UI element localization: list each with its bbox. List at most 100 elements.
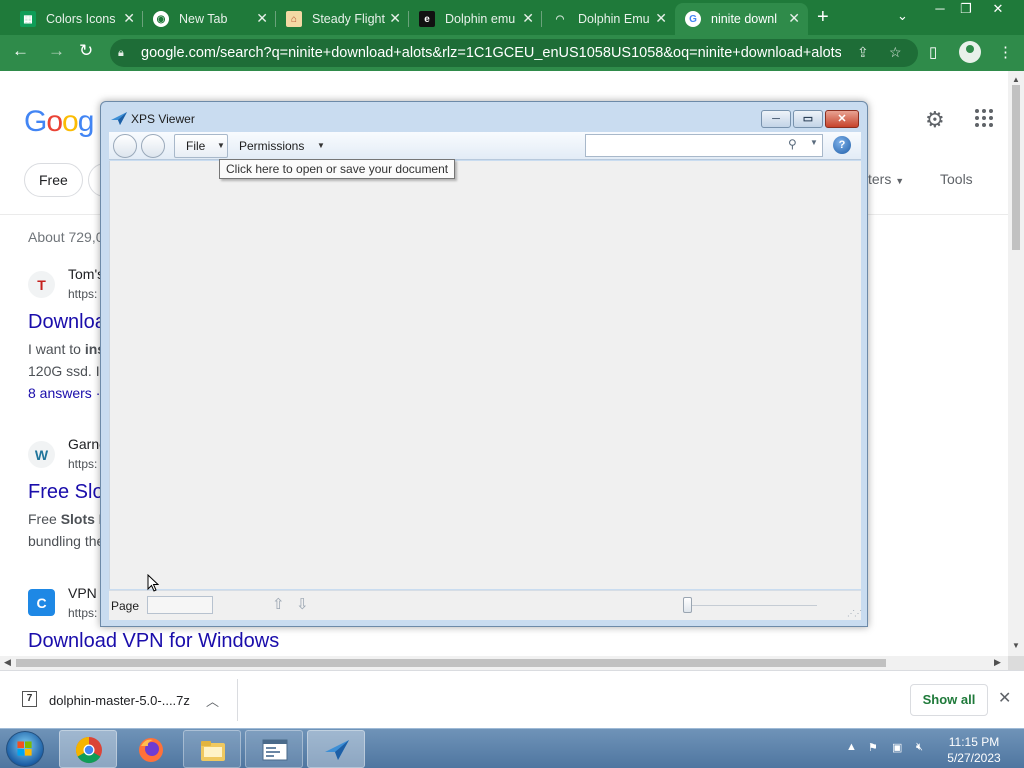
xps-viewer-icon xyxy=(325,740,349,760)
clock-time: 11:15 PM xyxy=(948,735,1000,749)
chrome-icon xyxy=(75,736,102,764)
zoom-slider-thumb[interactable] xyxy=(683,597,692,613)
scroll-down-icon[interactable]: ▼ xyxy=(1012,641,1020,650)
forward-nav-button[interactable] xyxy=(141,134,165,158)
side-panel-icon[interactable]: ▯ xyxy=(929,43,937,61)
next-page-icon[interactable]: ⇩ xyxy=(296,595,309,613)
close-icon[interactable]: ✕ xyxy=(998,688,1011,708)
close-tab-icon[interactable]: ✕ xyxy=(788,10,800,27)
chip-free[interactable]: Free xyxy=(24,163,83,197)
forward-icon[interactable]: → xyxy=(48,41,65,61)
taskbar-file-explorer[interactable] xyxy=(183,730,241,768)
tooltip: Click here to open or save your document xyxy=(219,159,456,179)
download-file-name[interactable]: dolphin-master-5.0-....7z xyxy=(49,693,190,708)
all-filters-button[interactable]: ters ▼ xyxy=(868,171,904,187)
back-icon[interactable]: ← xyxy=(12,41,29,61)
volume-muted-icon[interactable]: 🔇︎ xyxy=(916,741,930,755)
tab-dolphin-emu[interactable]: e Dolphin emu ✕ xyxy=(409,3,542,35)
taskbar-firefox[interactable] xyxy=(121,730,179,768)
share-icon[interactable]: ⇪ xyxy=(857,44,869,61)
help-icon[interactable]: ? xyxy=(833,136,851,154)
vpn-icon: C xyxy=(28,589,55,616)
result-snippet-line2: bundling the xyxy=(28,533,105,549)
zoom-slider-track[interactable] xyxy=(683,605,817,606)
close-window-icon[interactable]: ✕ xyxy=(984,0,1012,18)
windows-logo-icon xyxy=(17,741,32,756)
back-nav-button[interactable] xyxy=(113,134,137,158)
start-button[interactable] xyxy=(6,731,44,767)
google-logo[interactable]: Goog xyxy=(24,105,94,139)
page-number-input[interactable] xyxy=(147,596,213,614)
lock-icon: 🔒︎ xyxy=(118,46,124,59)
result-title[interactable]: Downloa xyxy=(28,311,106,334)
search-input[interactable]: ⚲ ▼ xyxy=(585,134,823,157)
action-center-flag-icon[interactable]: ⚑ xyxy=(868,741,882,755)
reload-icon[interactable]: ↻ xyxy=(79,41,93,61)
result-site-name[interactable]: VPN xyxy=(68,585,97,601)
previous-page-icon[interactable]: ⇧ xyxy=(272,595,285,613)
window-title: XPS Viewer xyxy=(131,112,195,126)
result-answers-link[interactable]: 8 answers · xyxy=(28,385,100,401)
document-area[interactable] xyxy=(109,161,861,589)
taskbar-xps-viewer[interactable] xyxy=(307,730,365,768)
close-tab-icon[interactable]: ✕ xyxy=(123,10,135,27)
maximize-button[interactable]: ▭ xyxy=(793,110,823,128)
result-url[interactable]: https: xyxy=(68,606,97,620)
result-snippet: I want to ins xyxy=(28,338,105,360)
tab-ninite-download[interactable]: G ninite downl ✕ xyxy=(675,3,808,35)
minimize-icon[interactable]: ─ xyxy=(926,0,954,18)
result-snippet-line2: 120G ssd. I xyxy=(28,363,100,379)
scroll-right-icon[interactable]: ▶ xyxy=(994,657,1001,668)
resize-grip-icon[interactable]: ⋰⋰ xyxy=(847,609,862,618)
tab-new-tab[interactable]: ◉ New Tab ✕ xyxy=(143,3,276,35)
tools-button[interactable]: Tools xyxy=(940,171,973,187)
flight-icon: ⌂ xyxy=(286,11,302,27)
taskbar-chrome[interactable] xyxy=(59,730,117,768)
menu-icon[interactable]: ⋮ xyxy=(998,43,1013,61)
clock[interactable]: 11:15 PM 5/27/2023 xyxy=(938,734,1010,766)
search-icon[interactable]: ⚲ xyxy=(788,137,797,151)
result-url[interactable]: https: xyxy=(68,287,97,301)
gear-icon[interactable]: ⚙ xyxy=(925,107,945,133)
close-tab-icon[interactable]: ✕ xyxy=(655,10,667,27)
tab-colors-icons[interactable]: ▦ Colors Icons ✕ xyxy=(10,3,143,35)
permissions-menu-button[interactable]: Permissions ▼ xyxy=(239,134,329,158)
new-tab-icon[interactable]: + xyxy=(817,6,829,29)
show-all-button[interactable]: Show all xyxy=(910,684,988,716)
file-menu-button[interactable]: File ▼ xyxy=(174,134,228,158)
tab-title: Colors Icons xyxy=(46,12,116,26)
scrollbar-thumb[interactable] xyxy=(1012,85,1020,250)
close-tab-icon[interactable]: ✕ xyxy=(522,10,534,27)
close-tab-icon[interactable]: ✕ xyxy=(256,10,268,27)
close-tab-icon[interactable]: ✕ xyxy=(389,10,401,27)
chevron-up-icon[interactable]: ︿ xyxy=(206,691,219,710)
snippet-text: Free xyxy=(28,511,61,527)
result-title[interactable]: Free Slo xyxy=(28,481,104,504)
tab-search-icon[interactable]: ⌄ xyxy=(897,8,908,24)
close-button[interactable]: ✕ xyxy=(825,110,859,128)
apps-grid-icon[interactable] xyxy=(975,109,993,127)
tab-dolphin-emu-2[interactable]: ◠ Dolphin Emu ✕ xyxy=(542,3,675,35)
bookmark-star-icon[interactable]: ☆ xyxy=(889,44,902,61)
scrollbar-thumb[interactable] xyxy=(16,659,886,667)
horizontal-scrollbar[interactable]: ◀ ▶ xyxy=(0,656,1008,670)
tab-steady-flight[interactable]: ⌂ Steady Flight ✕ xyxy=(276,3,409,35)
result-site-name[interactable]: Tom's xyxy=(68,266,104,282)
minimize-button[interactable]: ─ xyxy=(761,110,791,128)
sheets-icon: ▦ xyxy=(20,11,36,27)
taskbar: ▲ ⚑ ▣ 🔇︎ 11:15 PM 5/27/2023 xyxy=(0,728,1024,768)
result-url[interactable]: https: xyxy=(68,457,97,471)
show-hidden-icons-icon[interactable]: ▲ xyxy=(846,741,860,755)
scroll-left-icon[interactable]: ◀ xyxy=(4,657,11,668)
vertical-scrollbar[interactable]: ▲ ▼ xyxy=(1008,71,1024,656)
result-title[interactable]: Download VPN for Windows xyxy=(28,630,279,653)
folder-icon xyxy=(201,741,225,761)
search-options-icon[interactable]: ▼ xyxy=(810,138,818,147)
scroll-up-icon[interactable]: ▲ xyxy=(1012,75,1020,84)
taskbar-document-app[interactable] xyxy=(245,730,303,768)
address-bar[interactable]: 🔒︎ google.com/search?q=ninite+download+a… xyxy=(110,39,918,67)
xps-viewer-icon xyxy=(111,112,127,125)
network-icon[interactable]: ▣ xyxy=(892,741,906,755)
restore-icon[interactable]: ❐ xyxy=(952,0,980,18)
profile-avatar-icon[interactable] xyxy=(959,41,981,63)
